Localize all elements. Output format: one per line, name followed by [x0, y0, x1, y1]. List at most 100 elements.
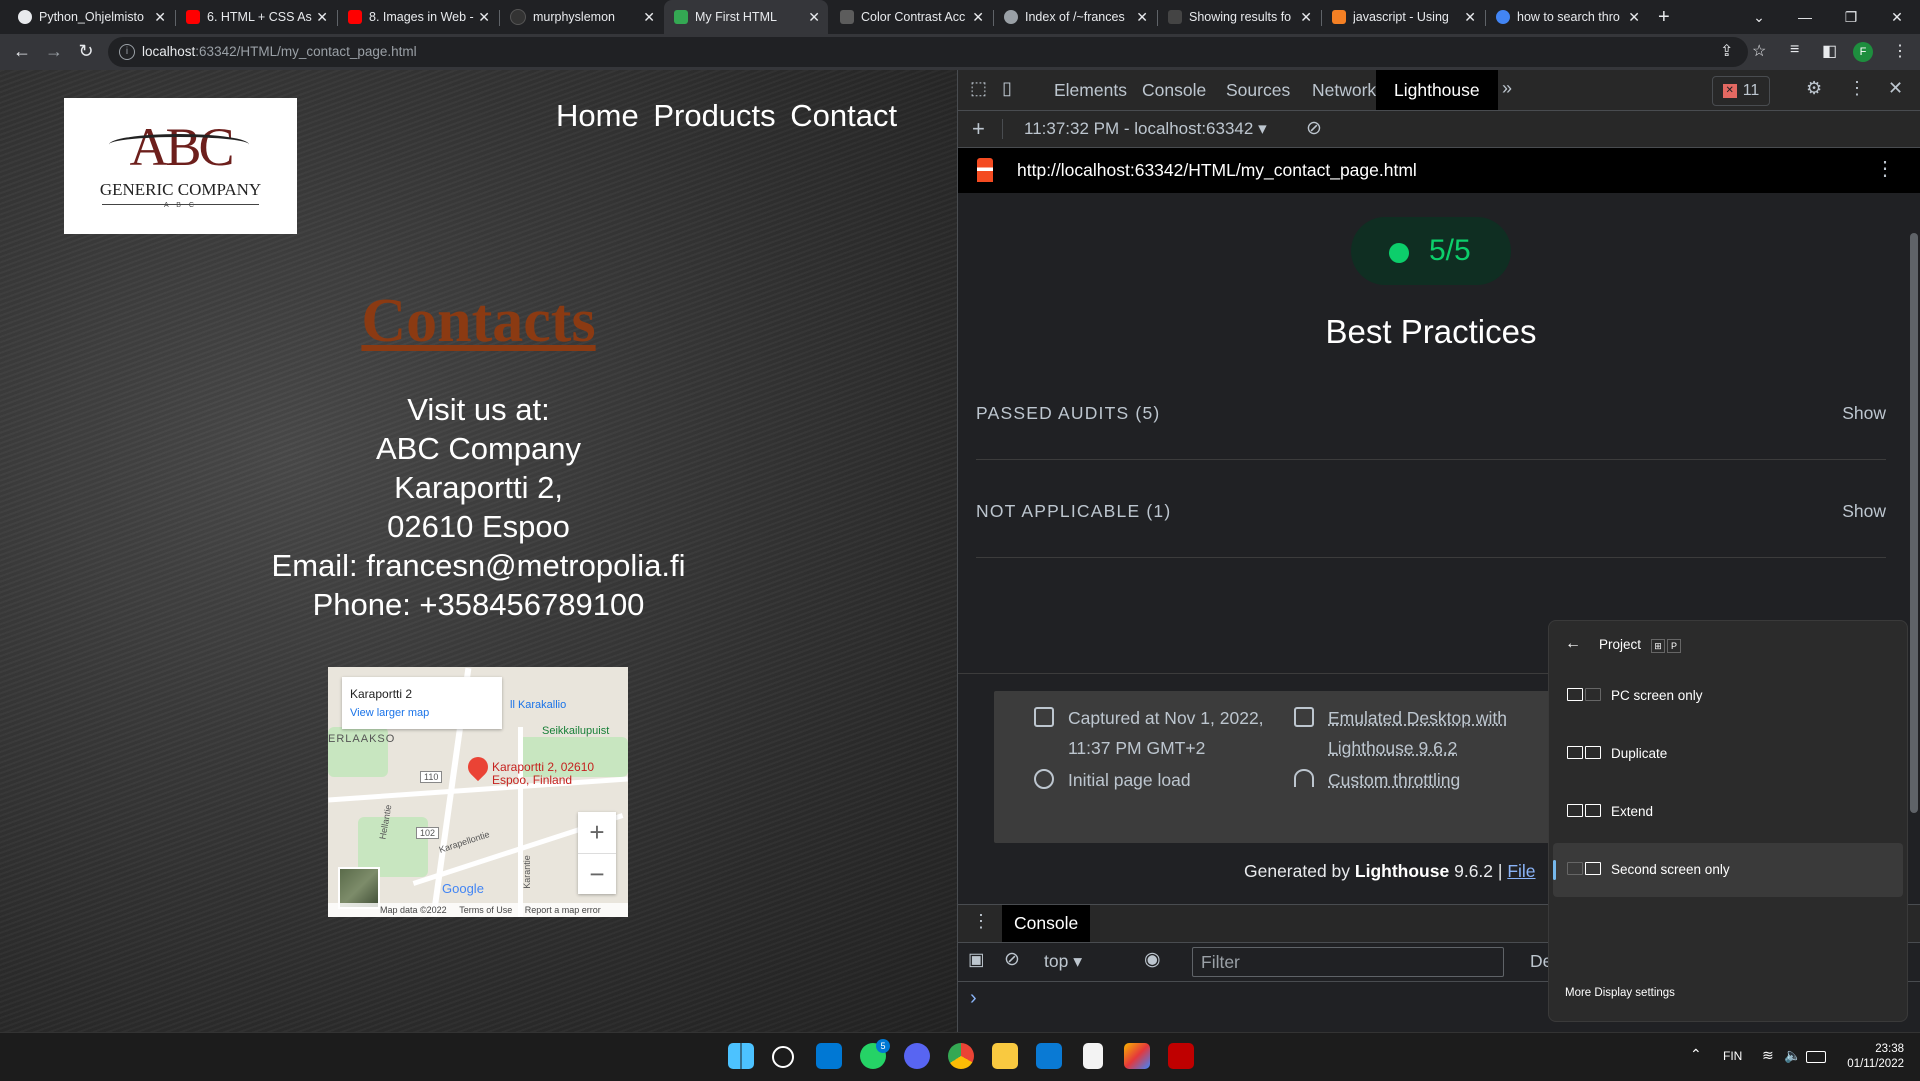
back-icon[interactable]: ←: [10, 41, 34, 62]
profile-avatar[interactable]: F: [1853, 42, 1873, 62]
more-tabs-icon[interactable]: »: [1502, 78, 1512, 99]
close-tab-icon[interactable]: ✕: [154, 9, 166, 26]
console-filter-input[interactable]: Filter: [1192, 947, 1504, 977]
project-option-extend[interactable]: Extend: [1553, 785, 1903, 839]
devtools-menu-icon[interactable]: ⋮: [1848, 78, 1866, 99]
vscode-icon[interactable]: [1036, 1043, 1062, 1069]
browser-tab[interactable]: murphyslemon ✕: [500, 0, 663, 34]
live-expression-eye-icon[interactable]: ◉: [1144, 948, 1161, 971]
browser-tab-active[interactable]: My First HTML ✕: [664, 0, 828, 34]
context-select[interactable]: top ▾: [1044, 951, 1082, 972]
show-hidden-icons[interactable]: ⌃: [1690, 1046, 1702, 1063]
report-url[interactable]: http://localhost:63342/HTML/my_contact_p…: [1017, 160, 1417, 181]
window-close-icon[interactable]: ✕: [1874, 0, 1920, 34]
site-info-icon[interactable]: i: [119, 44, 135, 60]
close-tab-icon[interactable]: ✕: [1628, 9, 1640, 26]
search-icon[interactable]: [772, 1046, 794, 1068]
tab-lighthouse[interactable]: Lighthouse: [1376, 70, 1498, 110]
terms-link[interactable]: Terms of Use: [459, 905, 512, 915]
more-display-settings-link[interactable]: More Display settings: [1565, 987, 1675, 999]
share-icon[interactable]: ⇪: [1720, 41, 1733, 61]
close-devtools-icon[interactable]: ✕: [1888, 78, 1903, 99]
tab-search-icon[interactable]: ⌄: [1736, 0, 1782, 34]
minimize-icon[interactable]: —: [1782, 0, 1828, 34]
clear-console-icon[interactable]: ⊘: [1004, 948, 1020, 971]
audit-group[interactable]: PASSED AUDITS (5) Show: [976, 367, 1886, 460]
close-tab-icon[interactable]: ✕: [1300, 9, 1312, 26]
app-icon[interactable]: [1124, 1043, 1150, 1069]
side-panel-icon[interactable]: ◧: [1822, 41, 1837, 61]
map-pin-icon[interactable]: [463, 752, 493, 782]
report-error-link[interactable]: Report a map error: [525, 905, 601, 915]
battery-icon[interactable]: [1806, 1051, 1826, 1063]
browser-tab[interactable]: 6. HTML + CSS Ass ✕: [176, 0, 336, 34]
show-toggle[interactable]: Show: [1842, 403, 1886, 424]
volume-icon[interactable]: 🔈: [1784, 1047, 1801, 1064]
browser-tab[interactable]: Showing results fo ✕: [1158, 0, 1320, 34]
settings-gear-icon[interactable]: ⚙: [1806, 78, 1822, 99]
windows-start-icon[interactable]: [728, 1043, 754, 1069]
close-tab-icon[interactable]: ✕: [808, 9, 820, 26]
filezilla-icon[interactable]: [1168, 1043, 1194, 1069]
restore-icon[interactable]: ❐: [1828, 0, 1874, 34]
clear-reports-icon[interactable]: ⊘: [1306, 117, 1322, 140]
company-logo[interactable]: ABC GENERIC COMPANY A B C: [64, 98, 297, 234]
close-tab-icon[interactable]: ✕: [972, 9, 984, 26]
drawer-tab-console[interactable]: Console: [1002, 905, 1091, 942]
console-prompt[interactable]: ›: [970, 987, 977, 1010]
close-tab-icon[interactable]: ✕: [1464, 9, 1476, 26]
mail-icon[interactable]: [816, 1043, 842, 1069]
network-icon[interactable]: ≋: [1762, 1047, 1774, 1064]
audit-group[interactable]: NOT APPLICABLE (1) Show: [976, 465, 1886, 558]
drawer-menu-icon[interactable]: ⋮: [972, 911, 990, 932]
address-bar[interactable]: i localhost:63342/HTML/my_contact_page.h…: [108, 37, 1748, 67]
back-arrow-icon[interactable]: ←: [1565, 635, 1581, 653]
discord-icon[interactable]: [904, 1043, 930, 1069]
load-info: Initial page load: [1034, 765, 1191, 795]
project-option-pc-screen-only[interactable]: PC screen only: [1553, 669, 1903, 723]
new-tab-button[interactable]: +: [1658, 0, 1688, 34]
reload-icon[interactable]: ↻: [74, 41, 98, 62]
report-menu-icon[interactable]: ⋮: [1875, 156, 1895, 181]
view-larger-map-link[interactable]: View larger map: [350, 707, 429, 719]
reading-list-icon[interactable]: ≡: [1790, 41, 1799, 59]
device-toolbar-icon[interactable]: ▯: [1002, 78, 1012, 99]
url-text[interactable]: localhost:63342/HTML/my_contact_page.htm…: [142, 44, 417, 59]
input-language[interactable]: FIN: [1723, 1049, 1742, 1063]
zoom-out-button[interactable]: −: [578, 853, 616, 895]
project-option-second-screen-only[interactable]: Second screen only: [1553, 843, 1903, 897]
file-explorer-icon[interactable]: [992, 1043, 1018, 1069]
nav-contact-link[interactable]: Contact: [790, 98, 897, 133]
embedded-map[interactable]: ll Karakallio Seikkailupuist ERLAAKSO 11…: [328, 667, 628, 917]
emulation-info[interactable]: Emulated Desktop with Lighthouse 9.6.2: [1294, 703, 1507, 763]
chrome-menu-icon[interactable]: ⋮: [1892, 41, 1908, 61]
report-scrollbar[interactable]: [1907, 193, 1920, 904]
forward-icon[interactable]: →: [42, 41, 66, 62]
chrome-icon[interactable]: [948, 1043, 974, 1069]
throttling-info[interactable]: Custom throttling: [1294, 765, 1460, 795]
sidebar-toggle-icon[interactable]: ▣: [968, 949, 985, 970]
show-toggle[interactable]: Show: [1842, 501, 1886, 522]
nav-products-link[interactable]: Products: [653, 98, 775, 133]
browser-tab[interactable]: Index of /~frances ✕: [994, 0, 1156, 34]
report-select[interactable]: 11:37:32 PM - localhost:63342 ▾: [1024, 119, 1267, 139]
close-tab-icon[interactable]: ✕: [643, 9, 655, 26]
close-tab-icon[interactable]: ✕: [478, 9, 490, 26]
browser-tab[interactable]: javascript - Using ✕: [1322, 0, 1484, 34]
zoom-in-button[interactable]: +: [578, 812, 616, 853]
browser-tab[interactable]: 8. Images in Web - ✕: [338, 0, 498, 34]
close-tab-icon[interactable]: ✕: [316, 9, 328, 26]
browser-tab[interactable]: Python_Ohjelmisto ✕: [8, 0, 174, 34]
bookmark-star-icon[interactable]: ☆: [1752, 41, 1766, 61]
file-issue-link[interactable]: File: [1507, 861, 1535, 881]
notepad-icon[interactable]: [1083, 1043, 1103, 1069]
browser-tab[interactable]: how to search thro ✕: [1486, 0, 1648, 34]
system-clock[interactable]: 23:38 01/11/2022: [1840, 1042, 1904, 1072]
inspect-element-icon[interactable]: ⬚: [970, 78, 987, 99]
new-report-icon[interactable]: +: [972, 116, 985, 142]
error-count-badge[interactable]: ✕ 11: [1712, 76, 1770, 106]
browser-tab[interactable]: Color Contrast Acc ✕: [830, 0, 992, 34]
close-tab-icon[interactable]: ✕: [1136, 9, 1148, 26]
project-option-duplicate[interactable]: Duplicate: [1553, 727, 1903, 781]
nav-home-link[interactable]: Home: [556, 98, 639, 133]
